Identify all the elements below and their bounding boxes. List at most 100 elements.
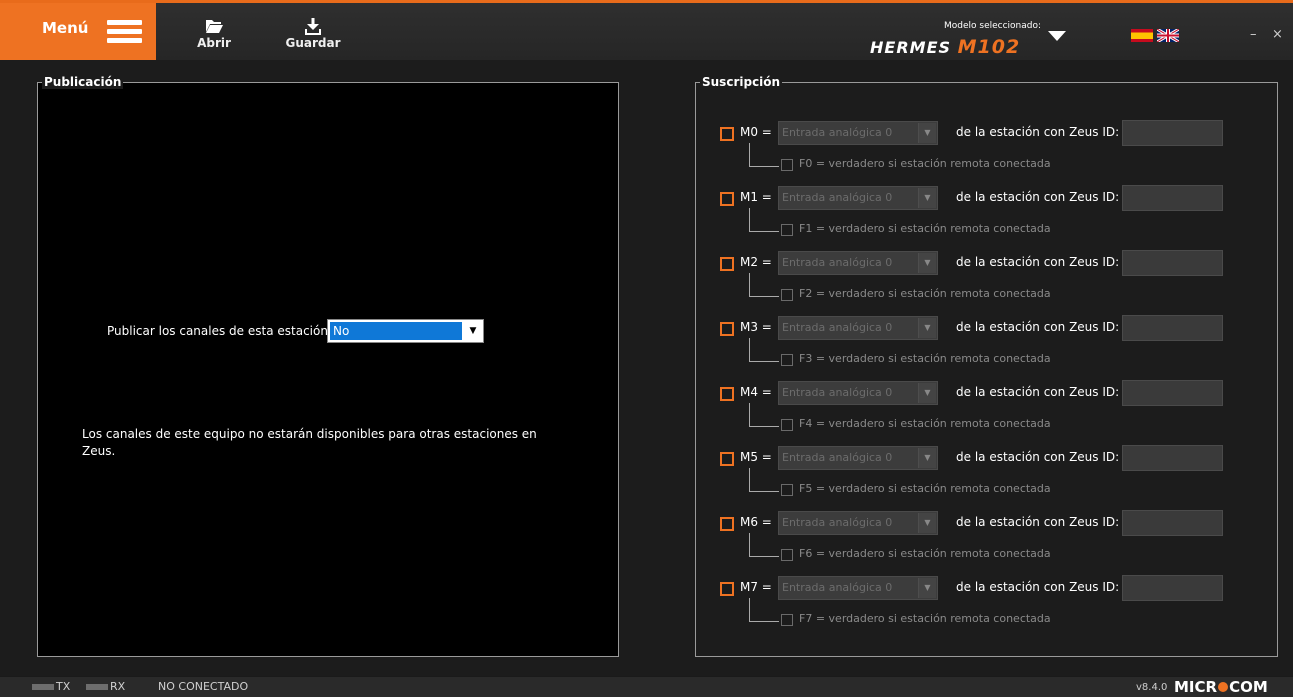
zeus-id-label: de la estación con Zeus ID: bbox=[956, 255, 1120, 269]
f3-checkbox[interactable] bbox=[781, 354, 793, 366]
m6-checkbox[interactable] bbox=[720, 517, 734, 531]
analog-input-select[interactable]: Entrada analógica 0 ▼ bbox=[778, 511, 938, 535]
tree-connector bbox=[749, 338, 779, 362]
minimize-button[interactable]: – bbox=[1250, 27, 1257, 42]
analog-input-value: Entrada analógica 0 bbox=[782, 126, 893, 139]
zeus-id-input[interactable] bbox=[1122, 120, 1223, 146]
tree-connector bbox=[749, 533, 779, 557]
zeus-id-input[interactable] bbox=[1122, 510, 1223, 536]
analog-input-select[interactable]: Entrada analógica 0 ▼ bbox=[778, 576, 938, 600]
chevron-down-icon: ▼ bbox=[918, 188, 936, 208]
m-label: M0 = bbox=[740, 125, 772, 139]
close-button[interactable]: × bbox=[1272, 27, 1283, 42]
zeus-id-input[interactable] bbox=[1122, 575, 1223, 601]
m2-checkbox[interactable] bbox=[720, 257, 734, 271]
tree-connector bbox=[749, 143, 779, 167]
m3-checkbox[interactable] bbox=[720, 322, 734, 336]
subscription-panel: Suscripción M0 = Entrada analógica 0 ▼ de… bbox=[695, 75, 1278, 657]
chevron-down-icon: ▼ bbox=[918, 253, 936, 273]
zeus-id-input[interactable] bbox=[1122, 185, 1223, 211]
analog-input-select[interactable]: Entrada analógica 0 ▼ bbox=[778, 186, 938, 210]
tx-led-icon bbox=[32, 684, 54, 690]
subscription-row: M7 = Entrada analógica 0 ▼ de la estación… bbox=[720, 574, 1260, 639]
analog-input-value: Entrada analógica 0 bbox=[782, 516, 893, 529]
m5-checkbox[interactable] bbox=[720, 452, 734, 466]
subscription-row: M1 = Entrada analógica 0 ▼ de la estación… bbox=[720, 184, 1260, 249]
spanish-flag-icon[interactable] bbox=[1131, 29, 1153, 42]
chevron-down-icon: ▼ bbox=[918, 513, 936, 533]
subscription-row: M4 = Entrada analógica 0 ▼ de la estación… bbox=[720, 379, 1260, 444]
brand-right: COM bbox=[1229, 678, 1268, 696]
tree-connector bbox=[749, 468, 779, 492]
menu-button[interactable]: Menú bbox=[0, 3, 156, 60]
analog-input-select[interactable]: Entrada analógica 0 ▼ bbox=[778, 316, 938, 340]
m-label: M6 = bbox=[740, 515, 772, 529]
zeus-id-label: de la estación con Zeus ID: bbox=[956, 320, 1120, 334]
zeus-id-label: de la estación con Zeus ID: bbox=[956, 125, 1120, 139]
publish-channels-select[interactable]: No ▼ bbox=[327, 319, 484, 343]
analog-input-value: Entrada analógica 0 bbox=[782, 321, 893, 334]
analog-input-value: Entrada analógica 0 bbox=[782, 191, 893, 204]
chevron-down-icon: ▼ bbox=[918, 383, 936, 403]
zeus-id-label: de la estación con Zeus ID: bbox=[956, 190, 1120, 204]
analog-input-select[interactable]: Entrada analógica 0 ▼ bbox=[778, 381, 938, 405]
analog-input-value: Entrada analógica 0 bbox=[782, 386, 893, 399]
chevron-down-icon: ▼ bbox=[918, 318, 936, 338]
f5-checkbox[interactable] bbox=[781, 484, 793, 496]
rx-led-icon bbox=[86, 684, 108, 690]
m-label: M2 = bbox=[740, 255, 772, 269]
zeus-id-label: de la estación con Zeus ID: bbox=[956, 450, 1120, 464]
analog-input-select[interactable]: Entrada analógica 0 ▼ bbox=[778, 446, 938, 470]
m7-checkbox[interactable] bbox=[720, 582, 734, 596]
subscription-row: M5 = Entrada analógica 0 ▼ de la estación… bbox=[720, 444, 1260, 509]
connection-status: NO CONECTADO bbox=[158, 680, 249, 693]
zeus-id-label: de la estación con Zeus ID: bbox=[956, 580, 1120, 594]
chevron-down-icon: ▼ bbox=[918, 578, 936, 598]
f-label: F6 = verdadero si estación remota conect… bbox=[799, 547, 1051, 560]
m1-checkbox[interactable] bbox=[720, 192, 734, 206]
zeus-id-input[interactable] bbox=[1122, 380, 1223, 406]
publication-title: Publicación bbox=[42, 75, 124, 89]
analog-input-select[interactable]: Entrada analógica 0 ▼ bbox=[778, 121, 938, 145]
subscription-row: M6 = Entrada analógica 0 ▼ de la estación… bbox=[720, 509, 1260, 574]
zeus-id-label: de la estación con Zeus ID: bbox=[956, 515, 1120, 529]
uk-flag-icon[interactable] bbox=[1157, 29, 1179, 42]
f2-checkbox[interactable] bbox=[781, 289, 793, 301]
model-name: HERMES M102 bbox=[870, 36, 1020, 58]
analog-input-value: Entrada analógica 0 bbox=[782, 451, 893, 464]
model-code: M102 bbox=[957, 36, 1021, 58]
f-label: F0 = verdadero si estación remota conect… bbox=[799, 157, 1051, 170]
tx-label: TX bbox=[56, 680, 71, 693]
f4-checkbox[interactable] bbox=[781, 419, 793, 431]
subscription-row: M3 = Entrada analógica 0 ▼ de la estación… bbox=[720, 314, 1260, 379]
open-label: Abrir bbox=[197, 36, 231, 50]
publish-channels-label: Publicar los canales de esta estación: bbox=[107, 324, 332, 338]
m-label: M7 = bbox=[740, 580, 772, 594]
zeus-id-input[interactable] bbox=[1122, 445, 1223, 471]
f7-checkbox[interactable] bbox=[781, 614, 793, 626]
m4-checkbox[interactable] bbox=[720, 387, 734, 401]
chevron-down-icon: ▼ bbox=[469, 326, 477, 336]
logo-dot-icon bbox=[1218, 682, 1229, 692]
analog-input-value: Entrada analógica 0 bbox=[782, 581, 893, 594]
zeus-id-input[interactable] bbox=[1122, 250, 1223, 276]
f0-checkbox[interactable] bbox=[781, 159, 793, 171]
f1-checkbox[interactable] bbox=[781, 224, 793, 236]
m-label: M4 = bbox=[740, 385, 772, 399]
status-bar: TX RX NO CONECTADO v8.4.0 MICR COM bbox=[0, 676, 1293, 697]
model-dropdown-icon[interactable] bbox=[1048, 31, 1066, 41]
subscription-row: M2 = Entrada analógica 0 ▼ de la estación… bbox=[720, 249, 1260, 314]
save-label: Guardar bbox=[285, 36, 341, 50]
rx-label: RX bbox=[110, 680, 126, 693]
menu-label: Menú bbox=[42, 19, 89, 37]
m0-checkbox[interactable] bbox=[720, 127, 734, 141]
save-button[interactable]: Guardar bbox=[283, 3, 343, 60]
open-button[interactable]: Abrir bbox=[192, 3, 236, 60]
tree-connector bbox=[749, 598, 779, 622]
f-label: F1 = verdadero si estación remota conect… bbox=[799, 222, 1051, 235]
analog-input-select[interactable]: Entrada analógica 0 ▼ bbox=[778, 251, 938, 275]
subscription-row: M0 = Entrada analógica 0 ▼ de la estación… bbox=[720, 119, 1260, 184]
zeus-id-input[interactable] bbox=[1122, 315, 1223, 341]
f6-checkbox[interactable] bbox=[781, 549, 793, 561]
f-label: F7 = verdadero si estación remota conect… bbox=[799, 612, 1051, 625]
